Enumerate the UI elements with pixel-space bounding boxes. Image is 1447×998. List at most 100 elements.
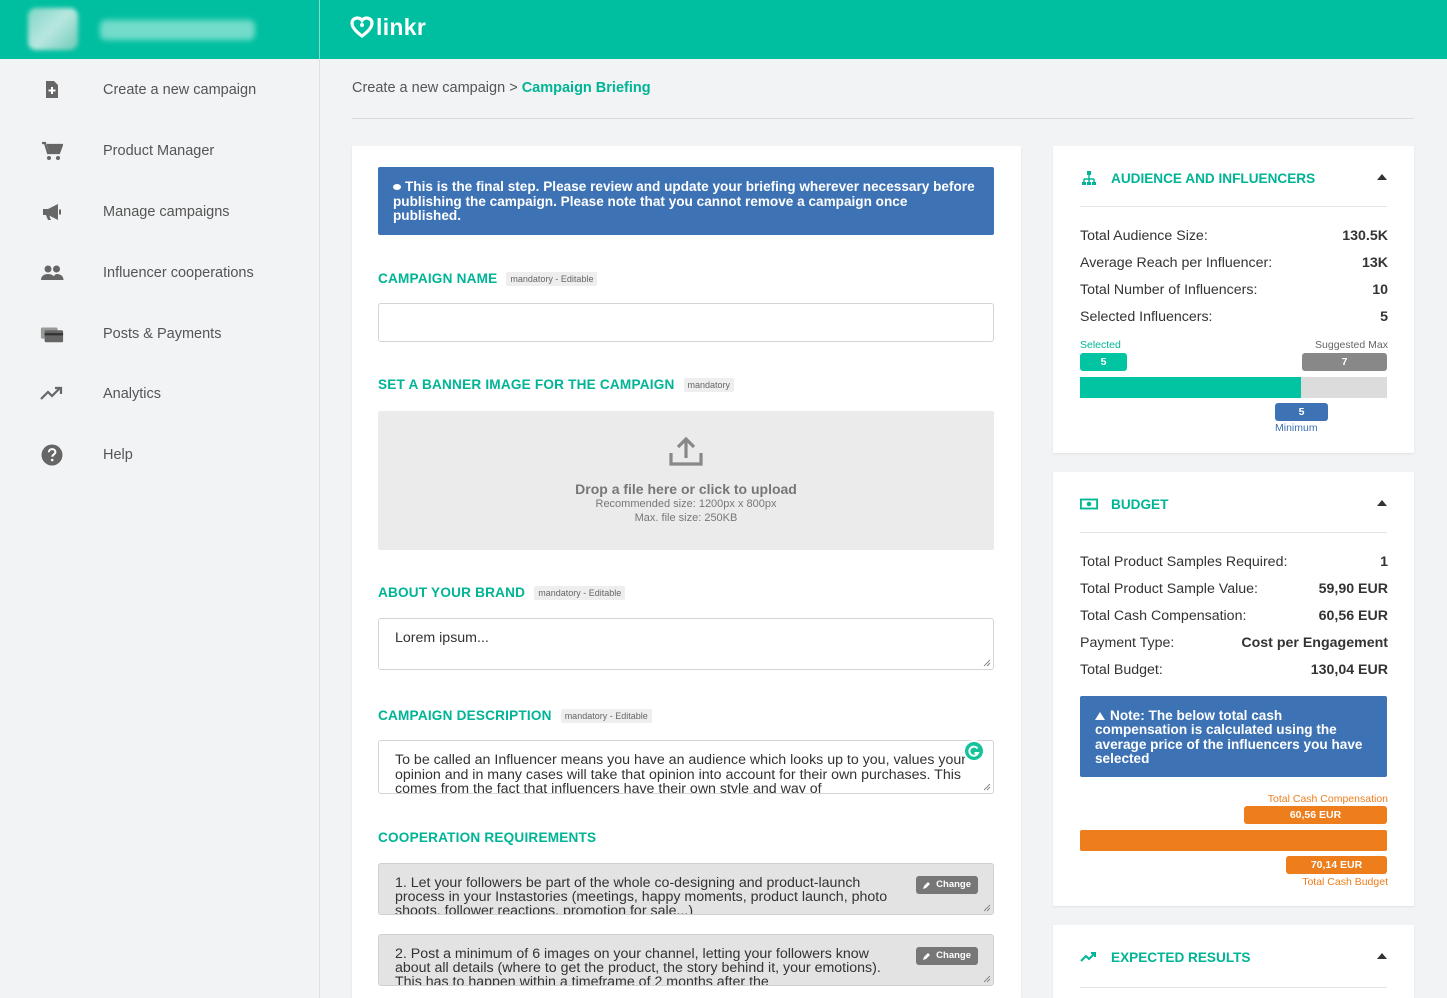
- row-value: Cost per Engagement: [1241, 635, 1388, 651]
- payments-icon: [40, 322, 64, 346]
- suggested-max-label: Suggested Max: [1315, 339, 1388, 351]
- warning-triangle-icon: [1095, 712, 1105, 720]
- sidebar-item-manage-campaigns[interactable]: Manage campaigns: [0, 187, 319, 237]
- username-blurred: [100, 20, 255, 40]
- sidebar-item-product-manager[interactable]: Product Manager: [0, 126, 319, 176]
- upload-recommended-size: Recommended size: 1200px x 800px: [595, 498, 777, 510]
- campaign-description-text: To be called an Influencer means you hav…: [395, 752, 967, 794]
- change-label: Change: [936, 950, 971, 961]
- change-requirement-button[interactable]: Change: [916, 876, 978, 895]
- cart-icon: [40, 139, 64, 163]
- requirement-item-2[interactable]: 2. Post a minimum of 6 images on your ch…: [378, 934, 994, 986]
- row-label: Total Budget:: [1080, 662, 1163, 678]
- budget-row: Payment Type: Cost per Engagement: [1080, 635, 1388, 651]
- upload-max-size: Max. file size: 250KB: [634, 512, 738, 524]
- people-icon: [40, 261, 64, 285]
- sidebar: Create a new campaign Product Manager Ma…: [0, 59, 320, 998]
- sidebar-item-label: Product Manager: [103, 143, 215, 159]
- collapse-caret-icon[interactable]: [1377, 500, 1387, 506]
- selected-count-bubble: 5: [1080, 353, 1127, 371]
- resize-handle-icon[interactable]: [983, 904, 991, 912]
- avatar[interactable]: [28, 8, 78, 50]
- cash-compensation-bubble: 60,56 EUR: [1244, 806, 1387, 824]
- change-requirement-button[interactable]: Change: [916, 947, 978, 966]
- resize-handle-icon[interactable]: [983, 975, 991, 983]
- banner-image-label: SET A BANNER IMAGE FOR THE CAMPAIGN mand…: [378, 377, 735, 392]
- grammarly-icon[interactable]: [963, 740, 985, 762]
- banner-upload-dropzone[interactable]: Drop a file here or click to upload Reco…: [378, 411, 994, 550]
- row-label: Total Product Sample Value:: [1080, 581, 1258, 597]
- about-brand-text: Lorem ipsum...: [395, 630, 489, 646]
- influencer-progress-fill: [1080, 377, 1301, 398]
- panel-divider: [1080, 206, 1387, 207]
- megaphone-icon: [40, 200, 64, 224]
- row-label: Total Audience Size:: [1080, 228, 1208, 244]
- row-value: 130,04 EUR: [1310, 662, 1388, 678]
- audience-row: Selected Influencers: 5: [1080, 309, 1388, 325]
- audience-row: Total Audience Size: 130.5K: [1080, 228, 1388, 244]
- section-title: CAMPAIGN DESCRIPTION: [378, 708, 552, 723]
- campaign-description-textarea[interactable]: To be called an Influencer means you hav…: [378, 740, 994, 794]
- info-bullet-icon: [393, 184, 401, 190]
- sidebar-item-label: Manage campaigns: [103, 204, 230, 220]
- breadcrumb-divider: [352, 118, 1414, 119]
- pencil-icon: [923, 881, 931, 889]
- breadcrumb-current: Campaign Briefing: [521, 80, 651, 96]
- resize-handle-icon[interactable]: [983, 659, 991, 667]
- upload-icon: [669, 437, 703, 466]
- total-cash-compensation-label: Total Cash Compensation: [1267, 793, 1388, 805]
- about-brand-textarea[interactable]: Lorem ipsum...: [378, 618, 994, 670]
- campaign-name-label: CAMPAIGN NAME mandatory - Editable: [378, 271, 598, 286]
- cash-compensation-note: Note: The below total cash compensation …: [1080, 696, 1387, 777]
- resize-handle-icon[interactable]: [983, 783, 991, 791]
- budget-panel-header[interactable]: BUDGET: [1080, 494, 1387, 514]
- row-label: Total Product Samples Required:: [1080, 554, 1288, 570]
- change-label: Change: [936, 879, 971, 890]
- minimum-label: Minimum: [1275, 422, 1318, 434]
- logo-heart-icon: [350, 16, 374, 38]
- budget-row: Total Product Sample Value: 59,90 EUR: [1080, 581, 1388, 597]
- minimum-bubble: 5: [1275, 403, 1328, 421]
- breadcrumb-separator: >: [509, 80, 518, 96]
- row-value: 10: [1372, 282, 1388, 298]
- breadcrumb-parent-link[interactable]: Create a new campaign: [352, 80, 505, 96]
- audience-influencers-panel: AUDIENCE AND INFLUENCERS Total Audience …: [1053, 146, 1414, 453]
- expected-results-panel: EXPECTED RESULTS: [1053, 925, 1414, 998]
- panel-title: AUDIENCE AND INFLUENCERS: [1111, 170, 1316, 186]
- budget-row: Total Product Samples Required: 1: [1080, 554, 1388, 570]
- user-profile[interactable]: [0, 0, 320, 59]
- logo[interactable]: linkr: [350, 12, 426, 42]
- requirement-item-1[interactable]: 1. Let your followers be part of the who…: [378, 863, 994, 915]
- trending-up-icon: [1080, 948, 1098, 966]
- sidebar-item-influencer-cooperations[interactable]: Influencer cooperations: [0, 248, 319, 298]
- section-title: ABOUT YOUR BRAND: [378, 585, 526, 600]
- audience-panel-header[interactable]: AUDIENCE AND INFLUENCERS: [1080, 168, 1387, 188]
- campaign-briefing-form: This is the final step. Please review an…: [352, 146, 1021, 998]
- budget-progress-bar: [1080, 830, 1387, 851]
- top-bar: linkr: [0, 0, 1447, 59]
- field-tag: mandatory - Editable: [560, 708, 652, 723]
- row-value: 59,90 EUR: [1318, 581, 1388, 597]
- hierarchy-icon: [1080, 169, 1098, 187]
- sidebar-item-create-campaign[interactable]: Create a new campaign: [0, 65, 319, 115]
- campaign-name-input[interactable]: [378, 303, 994, 342]
- sidebar-item-label: Analytics: [103, 386, 162, 402]
- row-value: 13K: [1361, 255, 1388, 271]
- row-label: Average Reach per Influencer:: [1080, 255, 1273, 271]
- section-title: SET A BANNER IMAGE FOR THE CAMPAIGN: [378, 377, 675, 392]
- panel-title: EXPECTED RESULTS: [1111, 949, 1251, 965]
- panel-divider: [1080, 987, 1387, 988]
- sidebar-item-posts-payments[interactable]: Posts & Payments: [0, 309, 319, 359]
- breadcrumb: Create a new campaign > Campaign Briefin…: [352, 80, 651, 96]
- sidebar-item-label: Posts & Payments: [103, 326, 222, 342]
- money-icon: [1080, 495, 1098, 513]
- sidebar-item-analytics[interactable]: Analytics: [0, 369, 319, 419]
- expected-results-panel-header[interactable]: EXPECTED RESULTS: [1080, 947, 1387, 967]
- collapse-caret-icon[interactable]: [1377, 953, 1387, 959]
- upload-title: Drop a file here or click to upload: [575, 481, 797, 497]
- sidebar-item-help[interactable]: Help: [0, 430, 319, 480]
- cooperation-requirements-label: COOPERATION REQUIREMENTS: [378, 830, 596, 845]
- requirement-text: 1. Let your followers be part of the who…: [395, 875, 888, 915]
- sidebar-item-label: Help: [103, 447, 133, 463]
- collapse-caret-icon[interactable]: [1377, 174, 1387, 180]
